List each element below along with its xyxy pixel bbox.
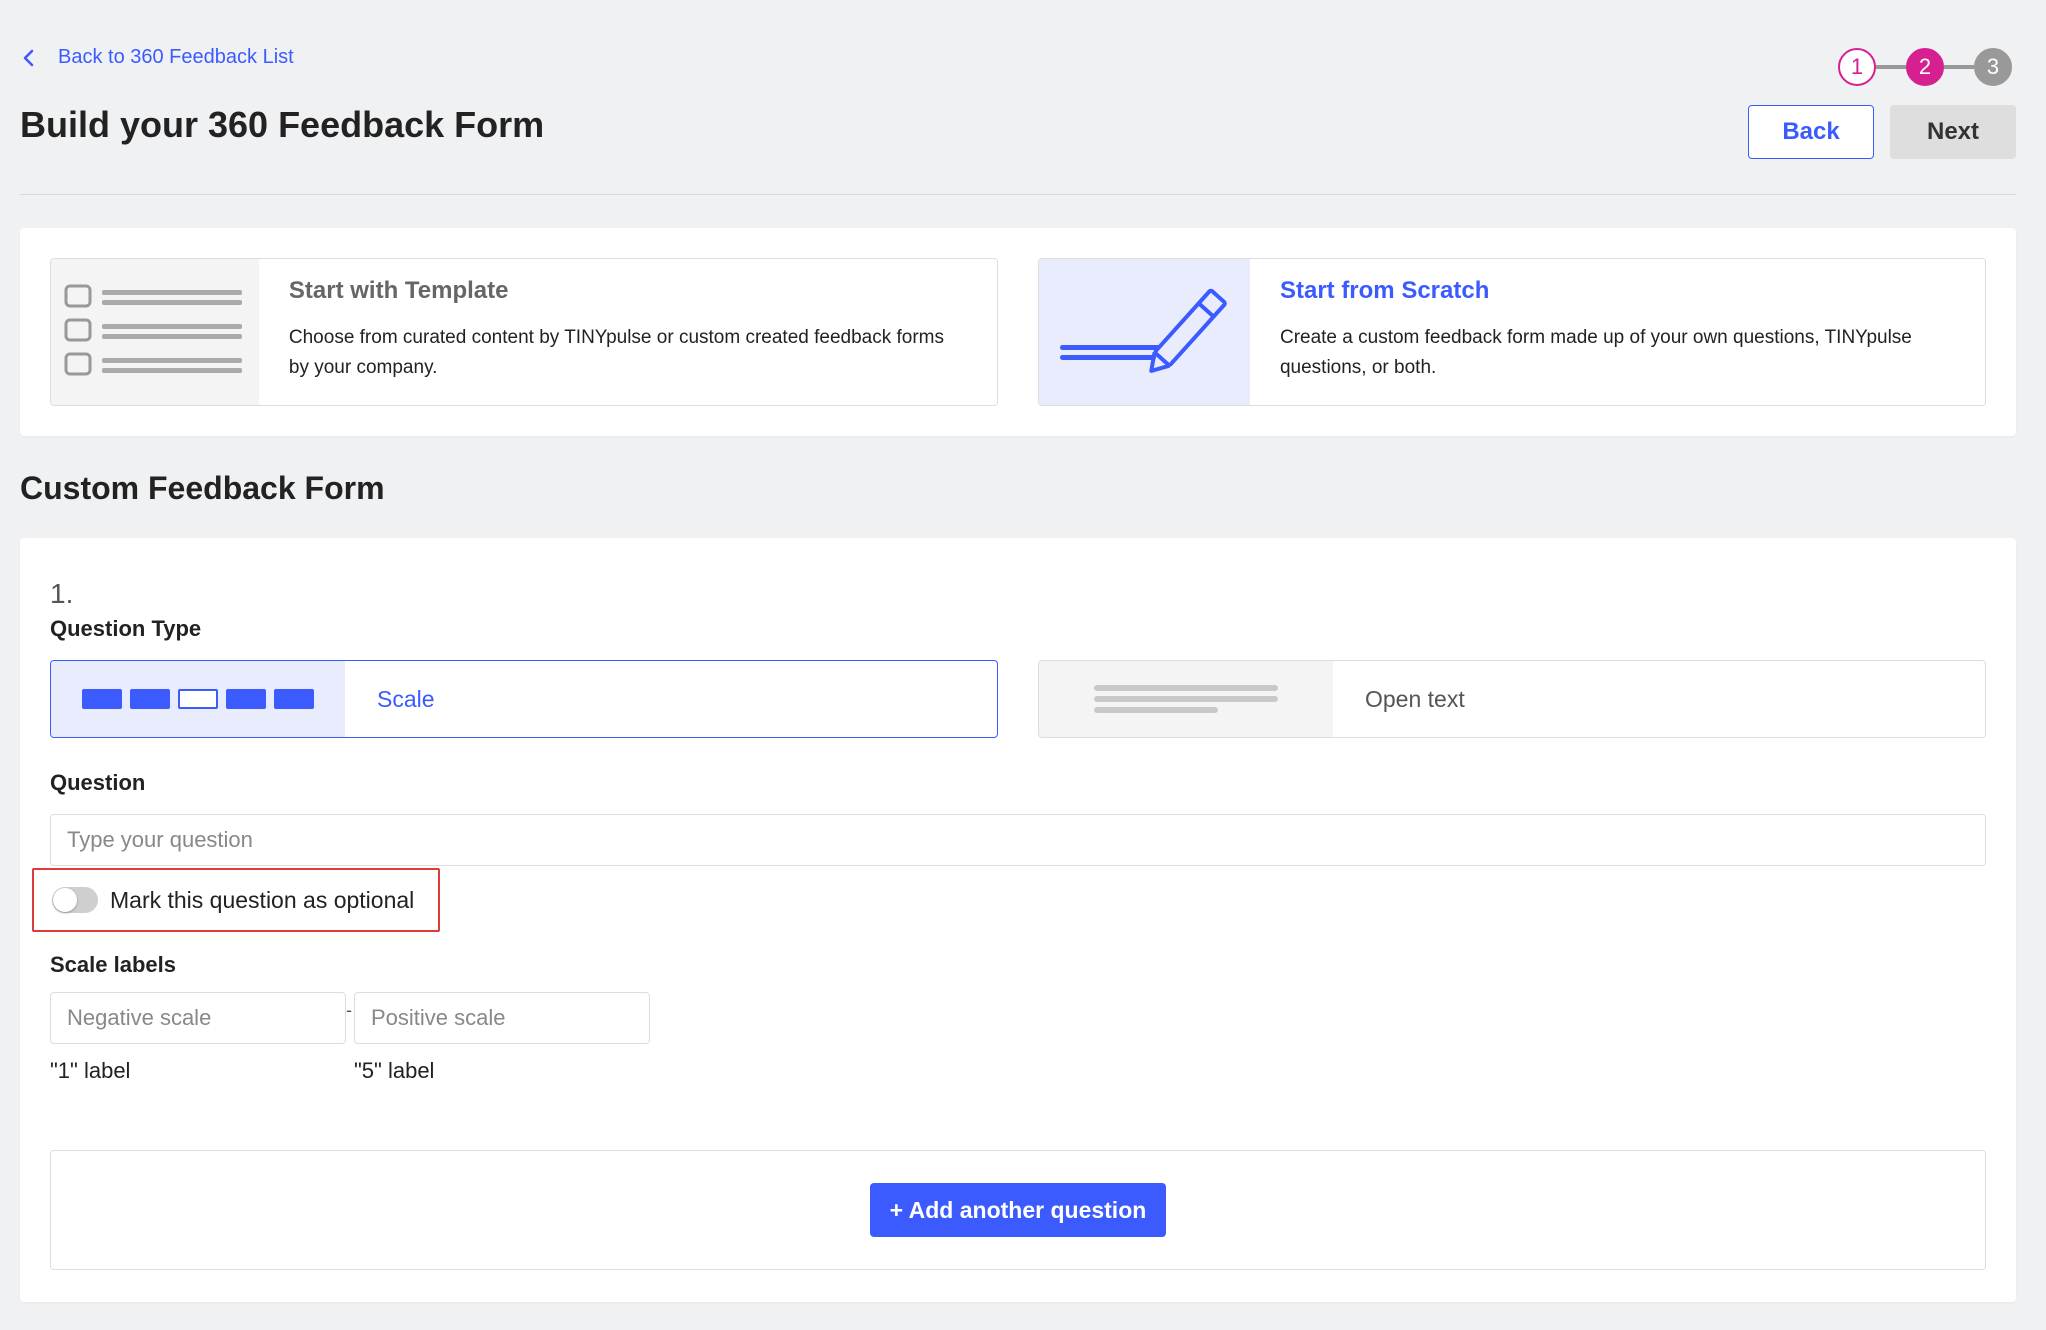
back-to-list-link[interactable]: Back to 360 Feedback List — [20, 46, 294, 69]
template-thumbnail — [51, 259, 259, 405]
template-card-description: Choose from curated content by TINYpulse… — [288, 327, 945, 378]
negative-scale-hint: "1" label — [50, 1058, 131, 1083]
start-from-scratch-card[interactable]: Start from Scratch Create a custom feedb… — [1038, 258, 1986, 406]
step-1[interactable]: 1 — [1838, 48, 1876, 86]
toggle-knob — [53, 888, 77, 912]
text-lines-icon — [1094, 685, 1278, 713]
open-text-icon-box — [1039, 661, 1333, 737]
question-input[interactable] — [50, 814, 1986, 866]
progress-stepper: 1 2 3 — [1838, 48, 2012, 86]
template-card-title: Start with Template — [288, 277, 509, 304]
next-button[interactable]: Next — [1890, 105, 2016, 159]
optional-toggle-label: Mark this question as optional — [110, 886, 415, 913]
add-question-area: + Add another question — [50, 1150, 1986, 1270]
step-connector — [1944, 65, 1974, 69]
scale-icon — [82, 689, 314, 709]
positive-scale-hint: "5" label — [354, 1058, 435, 1083]
chevron-left-icon — [23, 49, 34, 66]
scratch-card-title: Start from Scratch — [1279, 277, 1490, 304]
type-open-text-option[interactable]: Open text — [1038, 660, 1986, 738]
page: Back to 360 Feedback List Build your 360… — [0, 0, 2046, 1330]
pencil-icon — [1060, 288, 1228, 373]
step-connector — [1876, 65, 1906, 69]
positive-scale-input[interactable] — [354, 992, 650, 1044]
optional-toggle[interactable] — [52, 887, 98, 913]
checklist-icon — [64, 284, 242, 376]
question-number: 1. — [50, 578, 74, 609]
back-button[interactable]: Back — [1748, 105, 1874, 159]
scale-separator: - — [346, 1000, 352, 1020]
add-question-button[interactable]: + Add another question — [870, 1183, 1166, 1237]
type-scale-option[interactable]: Scale — [50, 660, 998, 738]
scale-icon-box — [51, 661, 345, 737]
question-type-label: Question Type — [50, 616, 202, 641]
negative-scale-input[interactable] — [50, 992, 346, 1044]
start-with-template-card[interactable]: Start with Template Choose from curated … — [50, 258, 998, 406]
scratch-card-description: Create a custom feedback form made up of… — [1279, 327, 1912, 378]
section-title: Custom Feedback Form — [20, 470, 385, 506]
step-3[interactable]: 3 — [1974, 48, 2012, 86]
scratch-thumbnail — [1039, 259, 1250, 405]
question-label: Question — [50, 770, 146, 795]
header-divider — [20, 194, 2016, 195]
page-title: Build your 360 Feedback Form — [20, 104, 545, 145]
start-options-panel: Start with Template Choose from curated … — [20, 228, 2016, 436]
type-open-text-label: Open text — [1365, 685, 1465, 712]
scale-labels-title: Scale labels — [50, 952, 176, 977]
step-2[interactable]: 2 — [1906, 48, 1944, 86]
optional-toggle-row: Mark this question as optional — [32, 868, 440, 932]
type-scale-label: Scale — [377, 685, 435, 712]
back-link-label: Back to 360 Feedback List — [58, 46, 294, 68]
custom-form-panel: 1. Question Type Scale Open text Questio… — [20, 538, 2016, 1302]
